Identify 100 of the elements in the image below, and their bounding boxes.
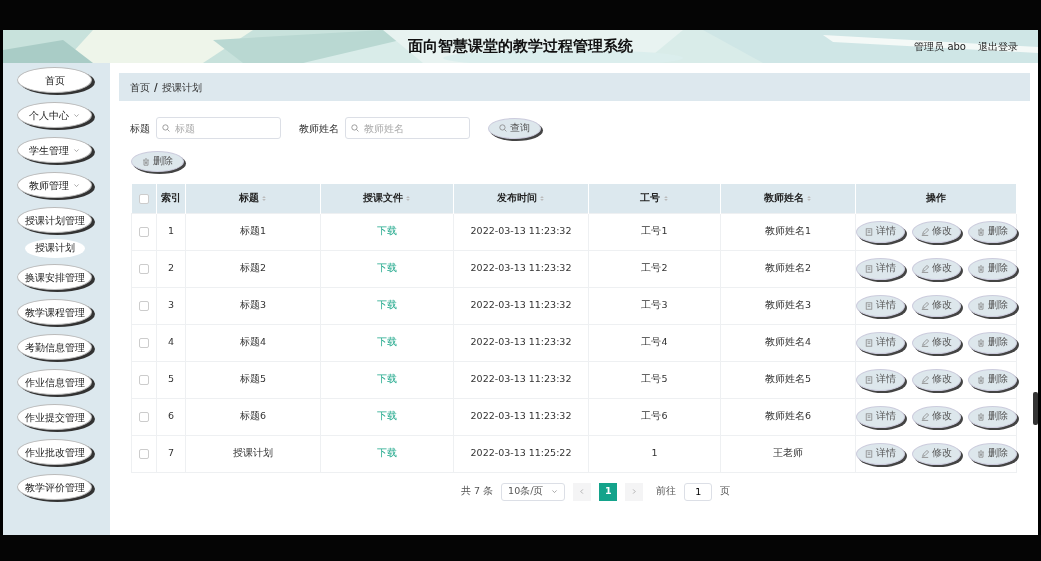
- table-cell: 2022-03-13 11:25:22: [470, 447, 572, 459]
- trash-icon: [976, 449, 985, 458]
- pencil-icon: [920, 264, 929, 273]
- delete-button[interactable]: 删除: [131, 151, 184, 172]
- search-field[interactable]: 教师姓名: [345, 117, 470, 139]
- table-cell: 教师姓名4: [764, 336, 811, 348]
- column-header: 操作: [926, 191, 946, 206]
- column-header[interactable]: 发布时间: [496, 191, 537, 206]
- trash-icon: [142, 157, 150, 166]
- pencil-icon: [920, 301, 929, 310]
- table-cell: 标题6: [239, 410, 266, 422]
- edit-button[interactable]: 修改: [911, 257, 961, 280]
- table-cell: 2022-03-13 11:23:32: [470, 410, 572, 422]
- sidebar-item[interactable]: 个人中心: [17, 102, 92, 128]
- edit-button[interactable]: 修改: [911, 442, 961, 465]
- page-size-select[interactable]: 10条/页: [501, 482, 566, 501]
- details-button[interactable]: 详情: [855, 442, 905, 465]
- checkbox[interactable]: [139, 411, 149, 422]
- chevron-down-icon: [73, 181, 80, 189]
- scrollbar-thumb[interactable]: [1033, 392, 1038, 425]
- delete-button[interactable]: 删除: [967, 257, 1017, 280]
- checkbox[interactable]: [139, 337, 149, 348]
- chevron-right-icon: [631, 488, 638, 495]
- details-button[interactable]: 详情: [855, 331, 905, 354]
- delete-button[interactable]: 删除: [967, 294, 1017, 317]
- document-icon: [864, 264, 873, 273]
- sidebar-item[interactable]: 作业批改管理: [17, 439, 92, 465]
- details-button[interactable]: 详情: [855, 257, 905, 280]
- table-cell: 2022-03-13 11:23:32: [470, 373, 572, 385]
- delete-button[interactable]: 删除: [967, 442, 1017, 465]
- edit-button[interactable]: 修改: [911, 405, 961, 428]
- edit-button[interactable]: 修改: [911, 220, 961, 243]
- table-cell: 标题3: [239, 299, 266, 311]
- sidebar-item[interactable]: 作业提交管理: [17, 404, 92, 430]
- sidebar-item[interactable]: 首页: [17, 67, 92, 93]
- search-button[interactable]: 查询: [488, 117, 541, 139]
- chevron-left-icon: [579, 488, 586, 495]
- sidebar-item[interactable]: 教学评价管理: [17, 474, 92, 500]
- checkbox[interactable]: [139, 448, 149, 459]
- edit-button[interactable]: 修改: [911, 331, 961, 354]
- sidebar-subitem[interactable]: 授课计划: [25, 239, 85, 258]
- pencil-icon: [920, 227, 929, 236]
- page-suffix: 页: [720, 484, 731, 499]
- delete-button[interactable]: 删除: [967, 331, 1017, 354]
- sidebar-item[interactable]: 授课计划管理: [17, 207, 92, 233]
- pencil-icon: [920, 449, 929, 458]
- breadcrumb-item: 授课计划: [161, 80, 202, 95]
- column-header[interactable]: 工号: [640, 191, 661, 206]
- trash-icon: [976, 375, 985, 384]
- trash-icon: [976, 338, 985, 347]
- document-icon: [864, 375, 873, 384]
- page-title: 面向智慧课堂的教学过程管理系统: [408, 36, 633, 58]
- details-button[interactable]: 详情: [855, 294, 905, 317]
- document-icon: [864, 338, 873, 347]
- delete-button[interactable]: 删除: [967, 405, 1017, 428]
- details-button[interactable]: 详情: [855, 220, 905, 243]
- checkbox[interactable]: [139, 374, 149, 385]
- search-icon: [499, 124, 507, 132]
- checkbox[interactable]: [139, 226, 149, 237]
- breadcrumb-separator: /: [154, 80, 158, 95]
- details-button[interactable]: 详情: [855, 368, 905, 391]
- sidebar-item[interactable]: 教学课程管理: [17, 299, 92, 325]
- sidebar-item[interactable]: 换课安排管理: [17, 264, 92, 290]
- checkbox[interactable]: [138, 193, 149, 204]
- table-cell: 4: [167, 336, 174, 348]
- search-icon: [351, 124, 359, 132]
- sidebar-item[interactable]: 作业信息管理: [17, 369, 92, 395]
- table-cell: 2022-03-13 11:23:32: [470, 336, 572, 348]
- column-header[interactable]: 标题: [238, 191, 259, 206]
- search-field[interactable]: 标题: [156, 117, 281, 139]
- sidebar-item[interactable]: 教师管理: [17, 172, 92, 198]
- next-page-button[interactable]: [625, 482, 644, 501]
- delete-button[interactable]: 删除: [967, 368, 1017, 391]
- sidebar-item[interactable]: 学生管理: [17, 137, 92, 163]
- logout-link[interactable]: 退出登录: [978, 39, 1018, 54]
- table-cell: 标题2: [239, 262, 266, 274]
- table-cell: 工号2: [641, 262, 668, 274]
- breadcrumb-item[interactable]: 首页: [130, 79, 150, 95]
- table-cell: 7: [167, 447, 174, 459]
- document-icon: [864, 227, 873, 236]
- field-label: 教师姓名: [299, 121, 339, 136]
- total-count: 共 7 条: [461, 484, 494, 499]
- sidebar-item[interactable]: 考勤信息管理: [17, 334, 92, 360]
- page-input[interactable]: 1: [684, 482, 713, 501]
- checkbox[interactable]: [139, 263, 149, 274]
- edit-button[interactable]: 修改: [911, 368, 961, 391]
- delete-button[interactable]: 删除: [967, 220, 1017, 243]
- table-cell: 教师姓名3: [764, 299, 811, 311]
- chevron-down-icon: [73, 111, 80, 119]
- column-header[interactable]: 授课文件: [362, 191, 403, 206]
- prev-page-button[interactable]: [573, 482, 592, 501]
- table-cell: 工号3: [641, 299, 668, 311]
- details-button[interactable]: 详情: [855, 405, 905, 428]
- column-header[interactable]: 教师姓名: [763, 191, 804, 206]
- checkbox[interactable]: [139, 300, 149, 311]
- user-label: 管理员 abo: [914, 40, 966, 54]
- pencil-icon: [920, 412, 929, 421]
- column-header: 索引: [161, 191, 181, 206]
- edit-button[interactable]: 修改: [911, 294, 961, 317]
- table-cell: 2: [167, 262, 174, 274]
